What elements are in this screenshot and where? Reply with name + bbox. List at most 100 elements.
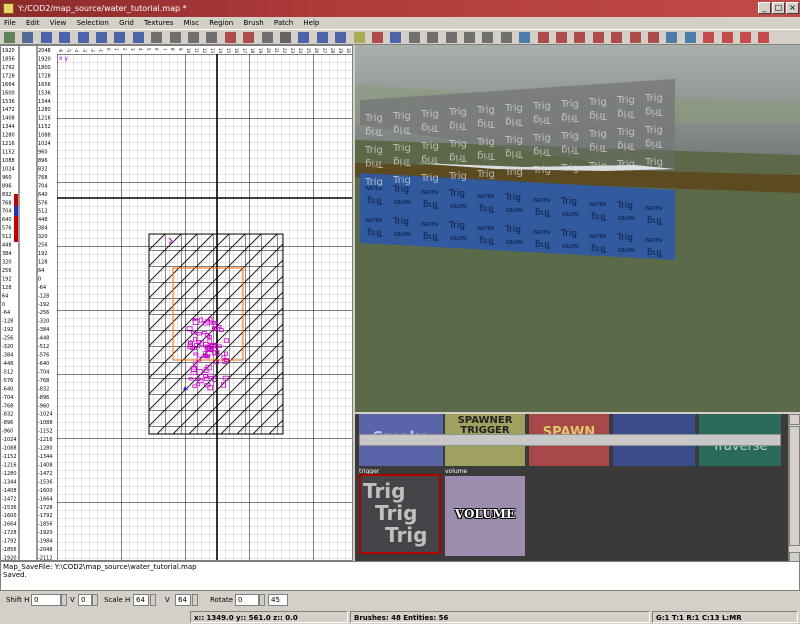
shift-v-input[interactable]: 0	[78, 594, 92, 606]
clipper-icon[interactable]	[280, 32, 291, 43]
csg-merge-icon[interactable]	[243, 32, 255, 43]
rotate-input[interactable]: 0	[235, 594, 259, 606]
menu-brush[interactable]: Brush	[243, 19, 263, 27]
terrain-patch[interactable]	[148, 233, 284, 435]
menu-textures[interactable]: Textures	[144, 19, 173, 27]
view-xy-icon[interactable]	[298, 32, 310, 43]
menu-help[interactable]: Help	[303, 19, 319, 27]
open-icon[interactable]	[4, 32, 15, 43]
scroll-thumb[interactable]	[789, 426, 800, 546]
ruler-label: -384	[2, 353, 13, 359]
patch-mode-icon[interactable]	[519, 32, 531, 43]
show-models-icon[interactable]	[556, 32, 567, 43]
show-triggers-icon[interactable]	[611, 32, 623, 43]
close-button[interactable]: ×	[786, 2, 799, 14]
ruler-label: 16	[234, 48, 239, 54]
camera-move-icon[interactable]	[408, 32, 420, 43]
menu-region[interactable]: Region	[209, 19, 233, 27]
csg-subtract-icon[interactable]	[224, 32, 236, 43]
p-toggle-icon[interactable]	[758, 32, 770, 43]
scale-v-label: V	[165, 596, 170, 604]
camera-3d-view[interactable]: Trig Trig Trig Trig Trig Trig Trig Trig Trig Trig…	[355, 45, 800, 412]
ruler-label: 192	[2, 276, 12, 282]
trig-label: Trig	[616, 127, 635, 138]
rotate-spinner[interactable]	[259, 594, 265, 606]
grid-canvas[interactable]: -6 -5 -4 -3 -2 -1 0 1 2 3 4 5 6 7 8 9 10 11 12 13 14 15 16 17 18…	[1, 46, 353, 561]
hint-icon[interactable]	[703, 32, 715, 43]
texture-browser-filter-bar[interactable]	[359, 434, 781, 446]
texture-lock-icon[interactable]	[353, 32, 365, 43]
trig-label: Trig	[420, 109, 439, 120]
rotate-y-icon[interactable]	[114, 32, 126, 43]
rotate-x-icon[interactable]	[96, 32, 107, 43]
scale-icon[interactable]	[445, 32, 457, 43]
select-touching-icon[interactable]	[169, 32, 181, 43]
scale-v-spinner[interactable]	[192, 594, 198, 606]
flip-y-icon[interactable]	[59, 32, 71, 43]
rotate-z-icon[interactable]	[132, 32, 144, 43]
ruler-label: 1728	[2, 73, 15, 79]
grid-2d-view[interactable]: -6 -5 -4 -3 -2 -1 0 1 2 3 4 5 6 7 8 9 10 11 12 13 14 15 16 17 18…	[0, 45, 353, 561]
drag-vertices-icon[interactable]	[500, 32, 512, 43]
show-patches-icon[interactable]	[592, 32, 604, 43]
view-xz-icon[interactable]	[316, 32, 328, 43]
texture-scrollbar[interactable]	[788, 414, 800, 561]
rotate-step-input[interactable]: 45	[268, 594, 288, 606]
select-complete-icon[interactable]	[151, 32, 163, 43]
camera-canvas[interactable]: Trig Trig Trig Trig Trig Trig Trig Trig Trig Trig…	[355, 45, 800, 412]
b-toggle-icon[interactable]	[740, 32, 751, 43]
view-yz-icon[interactable]	[335, 32, 347, 43]
ruler-label: 1728	[38, 73, 51, 79]
menu-patch[interactable]: Patch	[274, 19, 293, 27]
texture-browser[interactable]: Smoke SPAWNER TRIGGER SPAWN Traverse tri…	[355, 412, 800, 561]
show-clusters-icon[interactable]	[666, 32, 678, 43]
ruler-label: -1344	[38, 454, 53, 460]
hollow-icon[interactable]	[261, 32, 273, 43]
menu-grid[interactable]: Grid	[119, 19, 134, 27]
cubic-clip-icon[interactable]	[390, 32, 402, 43]
scroll-up-button[interactable]	[789, 414, 800, 425]
water-label: WATER	[393, 230, 411, 236]
menu-view[interactable]: View	[50, 19, 67, 27]
m-toggle-icon[interactable]	[721, 32, 733, 43]
water-label: WATER	[421, 222, 439, 228]
flip-z-icon[interactable]	[77, 32, 89, 43]
trig-label: Trig	[448, 171, 467, 182]
drag-edges-icon[interactable]	[482, 32, 494, 43]
menu-edit[interactable]: Edit	[26, 19, 40, 27]
camera-rotate-icon[interactable]	[427, 32, 439, 43]
shift-v-spinner[interactable]	[92, 594, 98, 606]
trig-label: Trig	[588, 129, 607, 140]
flip-x-icon[interactable]	[40, 32, 52, 43]
show-brushes-icon[interactable]	[629, 32, 641, 43]
select-inside-icon[interactable]	[206, 32, 218, 43]
shift-h-input[interactable]: 0	[31, 594, 61, 606]
ruler-label: -448	[38, 336, 49, 342]
scale-h-spinner[interactable]	[150, 594, 156, 606]
menu-file[interactable]: File	[4, 19, 16, 27]
water-label: WATER	[561, 242, 579, 248]
console-log[interactable]: Map_SaveFile: Y:\COD2\map_source\water_t…	[0, 561, 800, 591]
ruler-label: -320	[2, 344, 13, 350]
shift-h-spinner[interactable]	[61, 594, 67, 606]
free-rotate-icon[interactable]	[464, 32, 475, 43]
view-filter-icon[interactable]	[537, 32, 549, 43]
ruler-label: -64	[2, 310, 10, 316]
texture-volume[interactable]: VOLUME	[445, 476, 525, 556]
maximize-button[interactable]: □	[772, 2, 785, 14]
scroll-down-button[interactable]	[789, 552, 800, 561]
show-misc-icon[interactable]	[648, 32, 659, 43]
scale-v-input[interactable]: 64	[175, 594, 191, 606]
show-lights-icon[interactable]	[574, 32, 586, 43]
menu-selection[interactable]: Selection	[77, 19, 109, 27]
select-partial-icon[interactable]	[188, 32, 199, 43]
scale-h-input[interactable]: 64	[133, 594, 149, 606]
save-icon[interactable]	[22, 32, 34, 43]
ruler-label: 1408	[2, 116, 15, 122]
water-label: Trig	[560, 197, 577, 207]
texture-trigger[interactable]: Trig Trig Trig	[359, 474, 441, 554]
minimize-button[interactable]: _	[758, 2, 771, 14]
entity-view-icon[interactable]	[372, 32, 383, 43]
menu-misc[interactable]: Misc	[184, 19, 199, 27]
show-details-icon[interactable]	[684, 32, 696, 43]
